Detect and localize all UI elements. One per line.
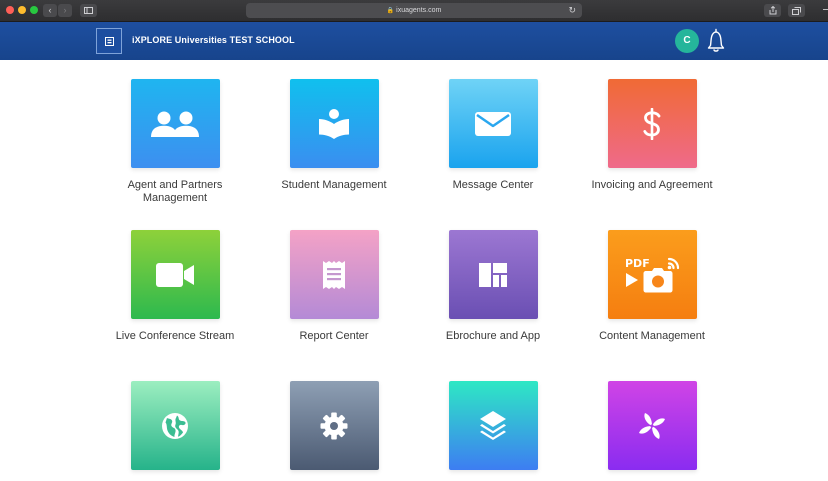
user-avatar[interactable]: C <box>675 29 699 53</box>
window-edge-mark <box>823 9 828 10</box>
tile-label: Agent and Partners Management <box>127 179 223 204</box>
svg-text:PDF: PDF <box>625 257 650 270</box>
video-camera-icon <box>156 262 194 287</box>
globe-icon <box>162 412 188 439</box>
tile-icon-box[interactable] <box>289 79 379 168</box>
tile-globe[interactable] <box>100 381 250 481</box>
tile-label: Live Conference Stream <box>115 330 235 342</box>
browser-toolbar: ‹ › 🔒 ixuagents.com ↻ <box>0 0 828 22</box>
tile-label: Message Center <box>452 179 534 191</box>
tabs-icon <box>792 6 801 15</box>
tile-icon-box[interactable]: PDF <box>607 230 697 319</box>
tile-icon-box[interactable] <box>289 230 379 319</box>
tile-agent-partners[interactable]: Agent and Partners Management <box>100 79 250 204</box>
tile-icon-box[interactable] <box>289 381 379 470</box>
forward-button[interactable]: › <box>58 4 72 17</box>
sidebar-icon <box>84 7 93 14</box>
tile-invoicing[interactable]: Invoicing and Agreement <box>577 79 727 192</box>
address-bar-url: ixuagents.com <box>396 7 442 14</box>
layers-icon <box>480 410 506 440</box>
pdf-media-icon: PDF <box>625 257 680 292</box>
tile-pinwheel[interactable] <box>577 381 727 481</box>
tile-icon-box[interactable] <box>448 79 538 168</box>
tile-student-management[interactable]: Student Management <box>259 79 409 192</box>
tile-icon-box[interactable] <box>448 381 538 470</box>
receipt-icon <box>323 260 345 289</box>
app-title: iXPLORE Universities TEST SCHOOL <box>132 35 295 45</box>
tile-icon-box[interactable] <box>448 230 538 319</box>
tile-icon-box[interactable] <box>130 381 220 470</box>
app-header: iXPLORE Universities TEST SCHOOL C <box>0 22 828 60</box>
tile-ebrochure[interactable]: Ebrochure and App <box>418 230 568 343</box>
tile-label: Report Center <box>299 330 369 342</box>
gear-icon <box>320 412 348 439</box>
tile-content-management[interactable]: PDF Content Management <box>577 230 727 343</box>
reader-icon <box>319 108 349 139</box>
lock-icon: 🔒 <box>386 8 395 14</box>
people-icon <box>151 111 199 137</box>
tile-icon-box[interactable] <box>130 79 220 168</box>
zoom-window-button[interactable] <box>30 6 38 14</box>
tile-label: Student Management <box>281 179 387 191</box>
tile-label: Invoicing and Agreement <box>591 179 713 191</box>
sidebar-toggle-button[interactable] <box>80 4 97 17</box>
tile-layers[interactable] <box>418 381 568 481</box>
grid-menu-icon <box>105 37 114 46</box>
share-icon <box>769 5 776 15</box>
dashboard-icon <box>479 262 507 287</box>
tile-label: Ebrochure and App <box>445 330 541 342</box>
pinwheel-icon <box>639 412 665 439</box>
reload-icon[interactable]: ↻ <box>568 3 576 18</box>
tile-settings[interactable] <box>259 381 409 481</box>
envelope-icon <box>475 111 511 136</box>
tile-icon-box[interactable] <box>130 230 220 319</box>
share-button[interactable] <box>764 4 781 17</box>
tab-overview-button[interactable] <box>788 4 805 17</box>
back-button[interactable]: ‹ <box>43 4 57 17</box>
bell-icon[interactable] <box>706 28 726 54</box>
dollar-icon <box>643 107 661 140</box>
tile-icon-box[interactable] <box>607 381 697 470</box>
close-window-button[interactable] <box>6 6 14 14</box>
tile-icon-box[interactable] <box>607 79 697 168</box>
tile-label: Content Management <box>599 330 705 342</box>
menu-button[interactable] <box>96 28 122 54</box>
tile-message-center[interactable]: Message Center <box>418 79 568 192</box>
minimize-window-button[interactable] <box>18 6 26 14</box>
tile-report-center[interactable]: Report Center <box>259 230 409 343</box>
address-bar[interactable]: 🔒 ixuagents.com ↻ <box>246 3 582 18</box>
tile-live-conference[interactable]: Live Conference Stream <box>100 230 250 343</box>
